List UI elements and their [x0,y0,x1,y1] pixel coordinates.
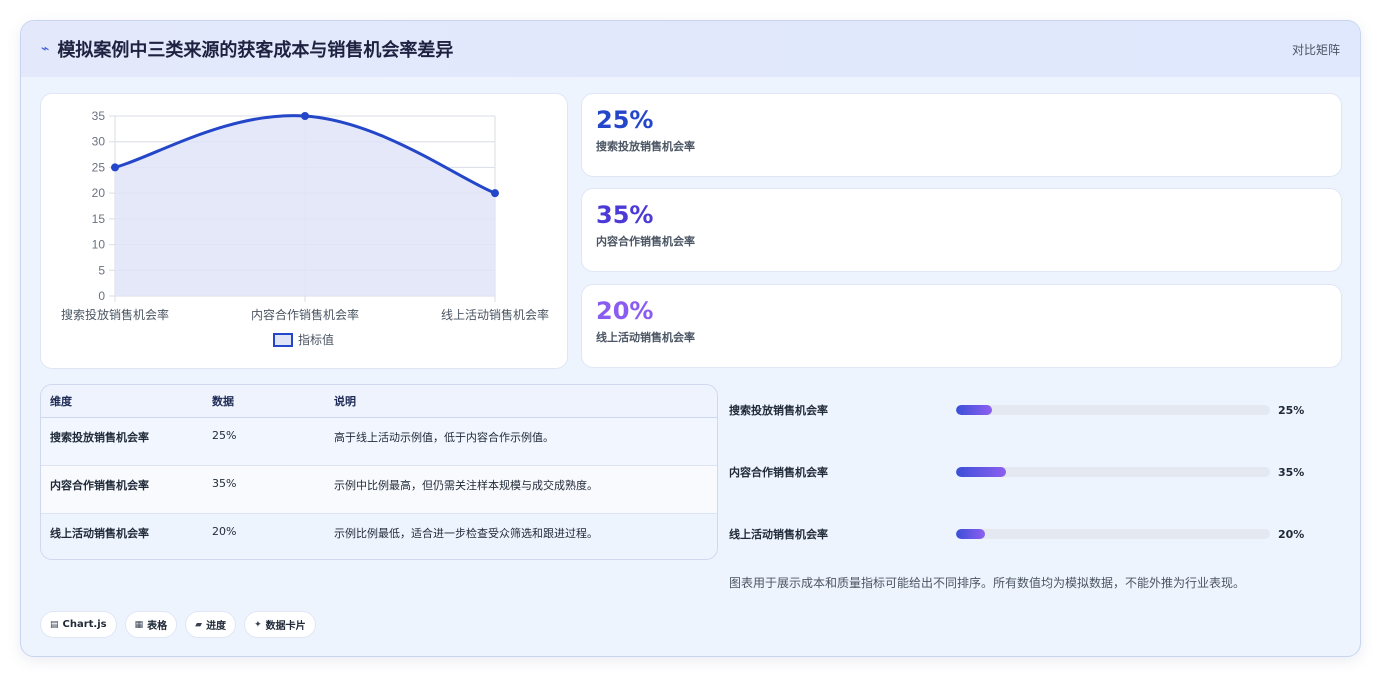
y-tick-label: 20 [92,186,106,200]
progress-row: 内容合作销售机会率 35% [729,462,1339,482]
stat-label: 线上活动销售机会率 [596,331,695,344]
progress-fill [956,405,993,415]
data-table-card: 维度 数据 说明 搜索投放销售机会率 25% 高于线上活动示例值，低于内容合作示… [40,384,718,560]
line-chart: 0 5 10 15 20 25 30 35 搜索投放销售机会率 内容合作销售机会率 线上活动销售机会… [61,109,549,347]
column-header: 数据 [203,385,325,418]
table-row: 搜索投放销售机会率 25% 高于线上活动示例值，低于内容合作示例值。 [41,417,717,465]
data-table: 维度 数据 说明 搜索投放销售机会率 25% 高于线上活动示例值，低于内容合作示… [41,385,717,559]
table-row: 内容合作销售机会率 35% 示例中比例最高，但仍需关注样本规模与成交成熟度。 [41,464,717,513]
y-tick-label: 5 [98,263,105,277]
progress-row: 搜索投放销售机会率 25% [729,400,1339,420]
progress-label: 线上活动销售机会率 [729,528,828,541]
tag-label: Chart.js [62,619,107,630]
table-cell: 示例比例最低，适合进一步检查受众筛选和跟进过程。 [325,512,717,559]
tag-label: 表格 [147,621,168,632]
stat-card-search: 25% 搜索投放销售机会率 [581,93,1342,177]
table-header-row: 维度 数据 说明 [41,385,717,418]
progress-track [956,529,1270,539]
data-point [111,163,119,172]
stat-value: 20% [596,297,654,325]
data-point [301,112,309,120]
x-tick-label: 内容合作销售机会率 [251,307,359,322]
progress-list: 搜索投放销售机会率 25% 内容合作销售机会率 35% 线上活动销售机会率 20… [729,394,1339,564]
y-tick-label: 35 [92,109,106,123]
table-row: 线上活动销售机会率 20% 示例比例最低，适合进一步检查受众筛选和跟进过程。 [41,512,717,559]
tag-table[interactable]: ▦ 表格 [124,611,178,638]
y-tick-label: 30 [92,135,106,149]
column-header: 说明 [325,385,717,418]
line-chart-card: 0 5 10 15 20 25 30 35 搜索投放销售机会率 内容合作销售机会率 线上活动销售机会… [40,93,568,369]
progress-track [956,405,1270,415]
y-tick-label: 25 [92,160,106,174]
stat-value: 25% [596,106,654,134]
stat-card-event: 20% 线上活动销售机会率 [581,284,1342,368]
tag-label: 数据卡片 [265,621,306,632]
progress-fill [956,467,1007,477]
stat-card-content: 35% 内容合作销售机会率 [581,188,1342,272]
progress-fill [956,529,985,539]
table-cell: 线上活动销售机会率 [41,512,203,559]
table-cell: 搜索投放销售机会率 [41,417,203,465]
progress-value: 20% [1278,527,1305,541]
page-title: 模拟案例中三类来源的获客成本与销售机会率差异 [57,40,454,61]
view-mode-label[interactable]: 对比矩阵 [1292,41,1340,58]
chart-icon: ▤ [50,619,59,630]
progress-row: 线上活动销售机会率 20% [729,524,1339,544]
table-cell: 25% [203,417,325,465]
panel-header: ⌁ 模拟案例中三类来源的获客成本与销售机会率差异 对比矩阵 [21,21,1360,77]
table-cell: 内容合作销售机会率 [41,464,203,513]
stat-label: 搜索投放销售机会率 [596,140,695,153]
x-tick-label: 搜索投放销售机会率 [61,307,169,322]
table-cell: 高于线上活动示例值，低于内容合作示例值。 [325,417,717,465]
sparkle-icon: ✦ [254,619,262,630]
table-cell: 20% [203,512,325,559]
stat-label: 内容合作销售机会率 [596,235,695,248]
tag-list: ▤ Chart.js ▦ 表格 ▰ 进度 ✦ 数据卡片 [40,611,316,638]
column-header: 维度 [41,385,203,418]
y-tick-label: 10 [92,238,106,252]
tag-data-card[interactable]: ✦ 数据卡片 [244,611,316,638]
table-cell: 35% [203,464,325,513]
x-tick-label: 线上活动销售机会率 [441,307,549,322]
dashboard-panel: ⌁ 模拟案例中三类来源的获客成本与销售机会率差异 对比矩阵 0 5 10 15 20 25… [20,20,1361,657]
progress-value: 25% [1278,403,1305,417]
progress-label: 内容合作销售机会率 [729,466,828,479]
progress-label: 搜索投放销售机会率 [729,404,828,417]
progress-track [956,467,1270,477]
data-point [491,189,499,198]
table-icon: ▦ [134,619,144,630]
tag-chartjs[interactable]: ▤ Chart.js [40,611,117,638]
progress-icon: ▰ [195,619,203,630]
legend-swatch [273,333,293,347]
pulse-icon: ⌁ [41,41,50,57]
series-area [115,115,495,296]
tag-progress[interactable]: ▰ 进度 [185,611,237,638]
stat-value: 35% [596,201,654,229]
table-cell: 示例中比例最高，但仍需关注样本规模与成交成熟度。 [325,464,717,513]
tag-label: 进度 [206,621,227,632]
progress-value: 35% [1278,465,1305,479]
legend-label: 指标值 [298,332,334,347]
chart-note: 图表用于展示成本和质量指标可能给出不同排序。所有数值均为模拟数据，不能外推为行业… [729,576,1246,590]
y-tick-label: 15 [92,212,106,226]
y-tick-label: 0 [98,289,105,303]
